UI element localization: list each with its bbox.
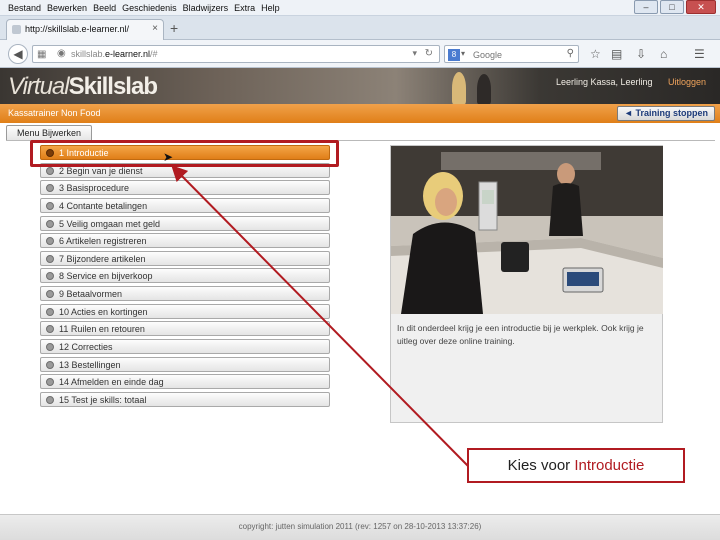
search-bar[interactable]: 8 ▾ ⚲ — [444, 45, 579, 63]
store-counter-illustration — [391, 146, 663, 314]
chapter-status-icon — [46, 219, 54, 228]
course-bar: Kassatrainer Non Food ◄ Training stoppen — [0, 104, 720, 123]
chapter-label: 13 Bestellingen — [59, 359, 121, 370]
menu-bewerken[interactable]: Bewerken — [44, 0, 90, 16]
new-tab-button[interactable]: + — [170, 20, 178, 36]
chapter-item[interactable]: 4 Contante betalingen — [40, 197, 330, 213]
minimize-button[interactable]: – — [634, 0, 658, 14]
search-input[interactable] — [471, 48, 559, 61]
chapter-status-icon — [46, 166, 54, 175]
chapter-item[interactable]: 15 Test je skills: totaal — [40, 391, 330, 407]
menu-extra[interactable]: Extra — [231, 0, 258, 16]
back-arrow-icon[interactable]: ◀ — [8, 44, 28, 64]
page-icon: ▦ — [37, 49, 47, 60]
reload-icon[interactable]: ↻ — [425, 48, 433, 59]
dropdown-icon[interactable]: ▾ — [412, 48, 417, 59]
chapter-item[interactable]: 3 Basisprocedure — [40, 180, 330, 196]
chapter-item[interactable]: 6 Artikelen registreren — [40, 233, 330, 249]
header-person-image — [477, 74, 491, 104]
star-icon[interactable]: ☆ — [590, 47, 601, 61]
chapter-status-icon — [46, 254, 54, 263]
copyright-text: copyright: jutten simulation 2011 (rev: … — [238, 522, 482, 531]
tab-strip: http://skillslab.e-learner.nl/ × + — [0, 16, 720, 40]
chapter-status-icon — [46, 307, 54, 316]
chapter-status-icon — [46, 325, 54, 334]
instruction-callout: Kies voor Introductie — [467, 448, 685, 483]
navigation-bar: ◀ ▦ ◉ skillslab.e-learner.nl/# ▾ ↻ 8 ▾ ⚲… — [0, 40, 720, 68]
chapter-label: 10 Acties en kortingen — [59, 306, 148, 317]
globe-icon: ◉ — [57, 48, 66, 59]
header-person-image — [452, 72, 466, 104]
menu-geschiedenis[interactable]: Geschiedenis — [119, 0, 180, 16]
chapter-label: 7 Bijzondere artikelen — [59, 253, 146, 264]
footer: copyright: jutten simulation 2011 (rev: … — [0, 514, 720, 540]
download-icon[interactable]: ⇩ — [636, 47, 646, 61]
url-text: skillslab.e-learner.nl/# — [71, 49, 158, 59]
chapter-label: 3 Basisprocedure — [59, 183, 130, 194]
logout-link[interactable]: Uitloggen — [668, 77, 706, 87]
chapter-status-icon — [46, 184, 54, 193]
chapter-label: 14 Afmelden en einde dag — [59, 377, 164, 388]
chapter-item[interactable]: 9 Betaalvormen — [40, 286, 330, 302]
user-name: Leerling Kassa, Leerling — [556, 77, 653, 87]
maximize-button[interactable]: □ — [660, 0, 684, 14]
menu-bladwijzers[interactable]: Bladwijzers — [180, 0, 232, 16]
menu-bestand[interactable]: Bestand — [5, 0, 44, 16]
browser-tab[interactable]: http://skillslab.e-learner.nl/ × — [6, 19, 164, 40]
close-window-button[interactable]: ✕ — [686, 0, 716, 14]
chapter-status-icon — [46, 378, 54, 387]
chapter-item[interactable]: 11 Ruilen en retouren — [40, 321, 330, 337]
chapter-label: 15 Test je skills: totaal — [59, 394, 147, 405]
chapter-status-icon — [46, 360, 54, 369]
menu-update-button[interactable]: Menu Bijwerken — [6, 125, 92, 141]
annotation-highlight-box — [30, 140, 339, 167]
chapter-label: 6 Artikelen registreren — [59, 236, 147, 247]
chapter-list: 1 Introductie 2 Begin van je dienst 3 Basi… — [40, 145, 330, 410]
chapter-item[interactable]: 5 Veilig omgaan met geld — [40, 215, 330, 231]
google-icon[interactable]: 8 — [448, 49, 460, 61]
menu-help[interactable]: Help — [258, 0, 283, 16]
browser-menu-bar: Bestand Bewerken Beeld Geschiedenis Bladwijz… — [0, 0, 720, 16]
magnifier-icon[interactable]: ⚲ — [567, 48, 574, 59]
tab-close-icon[interactable]: × — [152, 23, 158, 34]
chapter-label: 11 Ruilen en retouren — [59, 324, 145, 335]
hamburger-icon[interactable]: ☰ — [694, 47, 705, 61]
chapter-item[interactable]: 13 Bestellingen — [40, 356, 330, 372]
callout-highlight: Introductie — [574, 457, 645, 474]
chapter-label: 8 Service en bijverkoop — [59, 271, 153, 282]
chapter-description: In dit onderdeel krijg je een introducti… — [397, 323, 644, 346]
chapter-label: 5 Veilig omgaan met geld — [59, 218, 161, 229]
chapter-item[interactable]: 7 Bijzondere artikelen — [40, 250, 330, 266]
preview-image — [391, 146, 663, 314]
engine-dropdown-icon[interactable]: ▾ — [461, 49, 465, 58]
tab-title: http://skillslab.e-learner.nl/ — [25, 24, 130, 34]
chapter-status-icon — [46, 290, 54, 299]
address-bar[interactable]: ▦ ◉ skillslab.e-learner.nl/# ▾ ↻ — [32, 45, 440, 63]
chapter-status-icon — [46, 201, 54, 210]
mouse-pointer-icon: ➤ — [163, 150, 174, 164]
chapter-status-icon — [46, 237, 54, 246]
home-icon[interactable]: ⌂ — [660, 47, 667, 61]
clipboard-icon[interactable]: ▤ — [611, 47, 622, 61]
site-header: VirtualSkillslab Leerling Kassa, Leerlin… — [0, 68, 720, 104]
chapter-item[interactable]: 14 Afmelden en einde dag — [40, 374, 330, 390]
chapter-label: 12 Correcties — [59, 342, 113, 353]
chapter-item[interactable]: 8 Service en bijverkoop — [40, 268, 330, 284]
chapter-status-icon — [46, 395, 54, 404]
chapter-preview-panel: In dit onderdeel krijg je een introducti… — [390, 145, 663, 423]
course-title: Kassatrainer Non Food — [8, 108, 101, 118]
chapter-label: 4 Contante betalingen — [59, 200, 148, 211]
chapter-label: 9 Betaalvormen — [59, 289, 123, 300]
chapter-item[interactable]: 10 Acties en kortingen — [40, 303, 330, 319]
virtual-skillslab-logo: VirtualSkillslab — [8, 73, 158, 100]
chapter-status-icon — [46, 272, 54, 281]
stop-training-button[interactable]: ◄ Training stoppen — [617, 106, 715, 121]
window-controls: – □ ✕ — [634, 0, 716, 16]
chapter-item[interactable]: 12 Correcties — [40, 339, 330, 355]
favicon-icon — [12, 25, 21, 34]
menu-beeld[interactable]: Beeld — [90, 0, 119, 16]
chapter-status-icon — [46, 343, 54, 352]
